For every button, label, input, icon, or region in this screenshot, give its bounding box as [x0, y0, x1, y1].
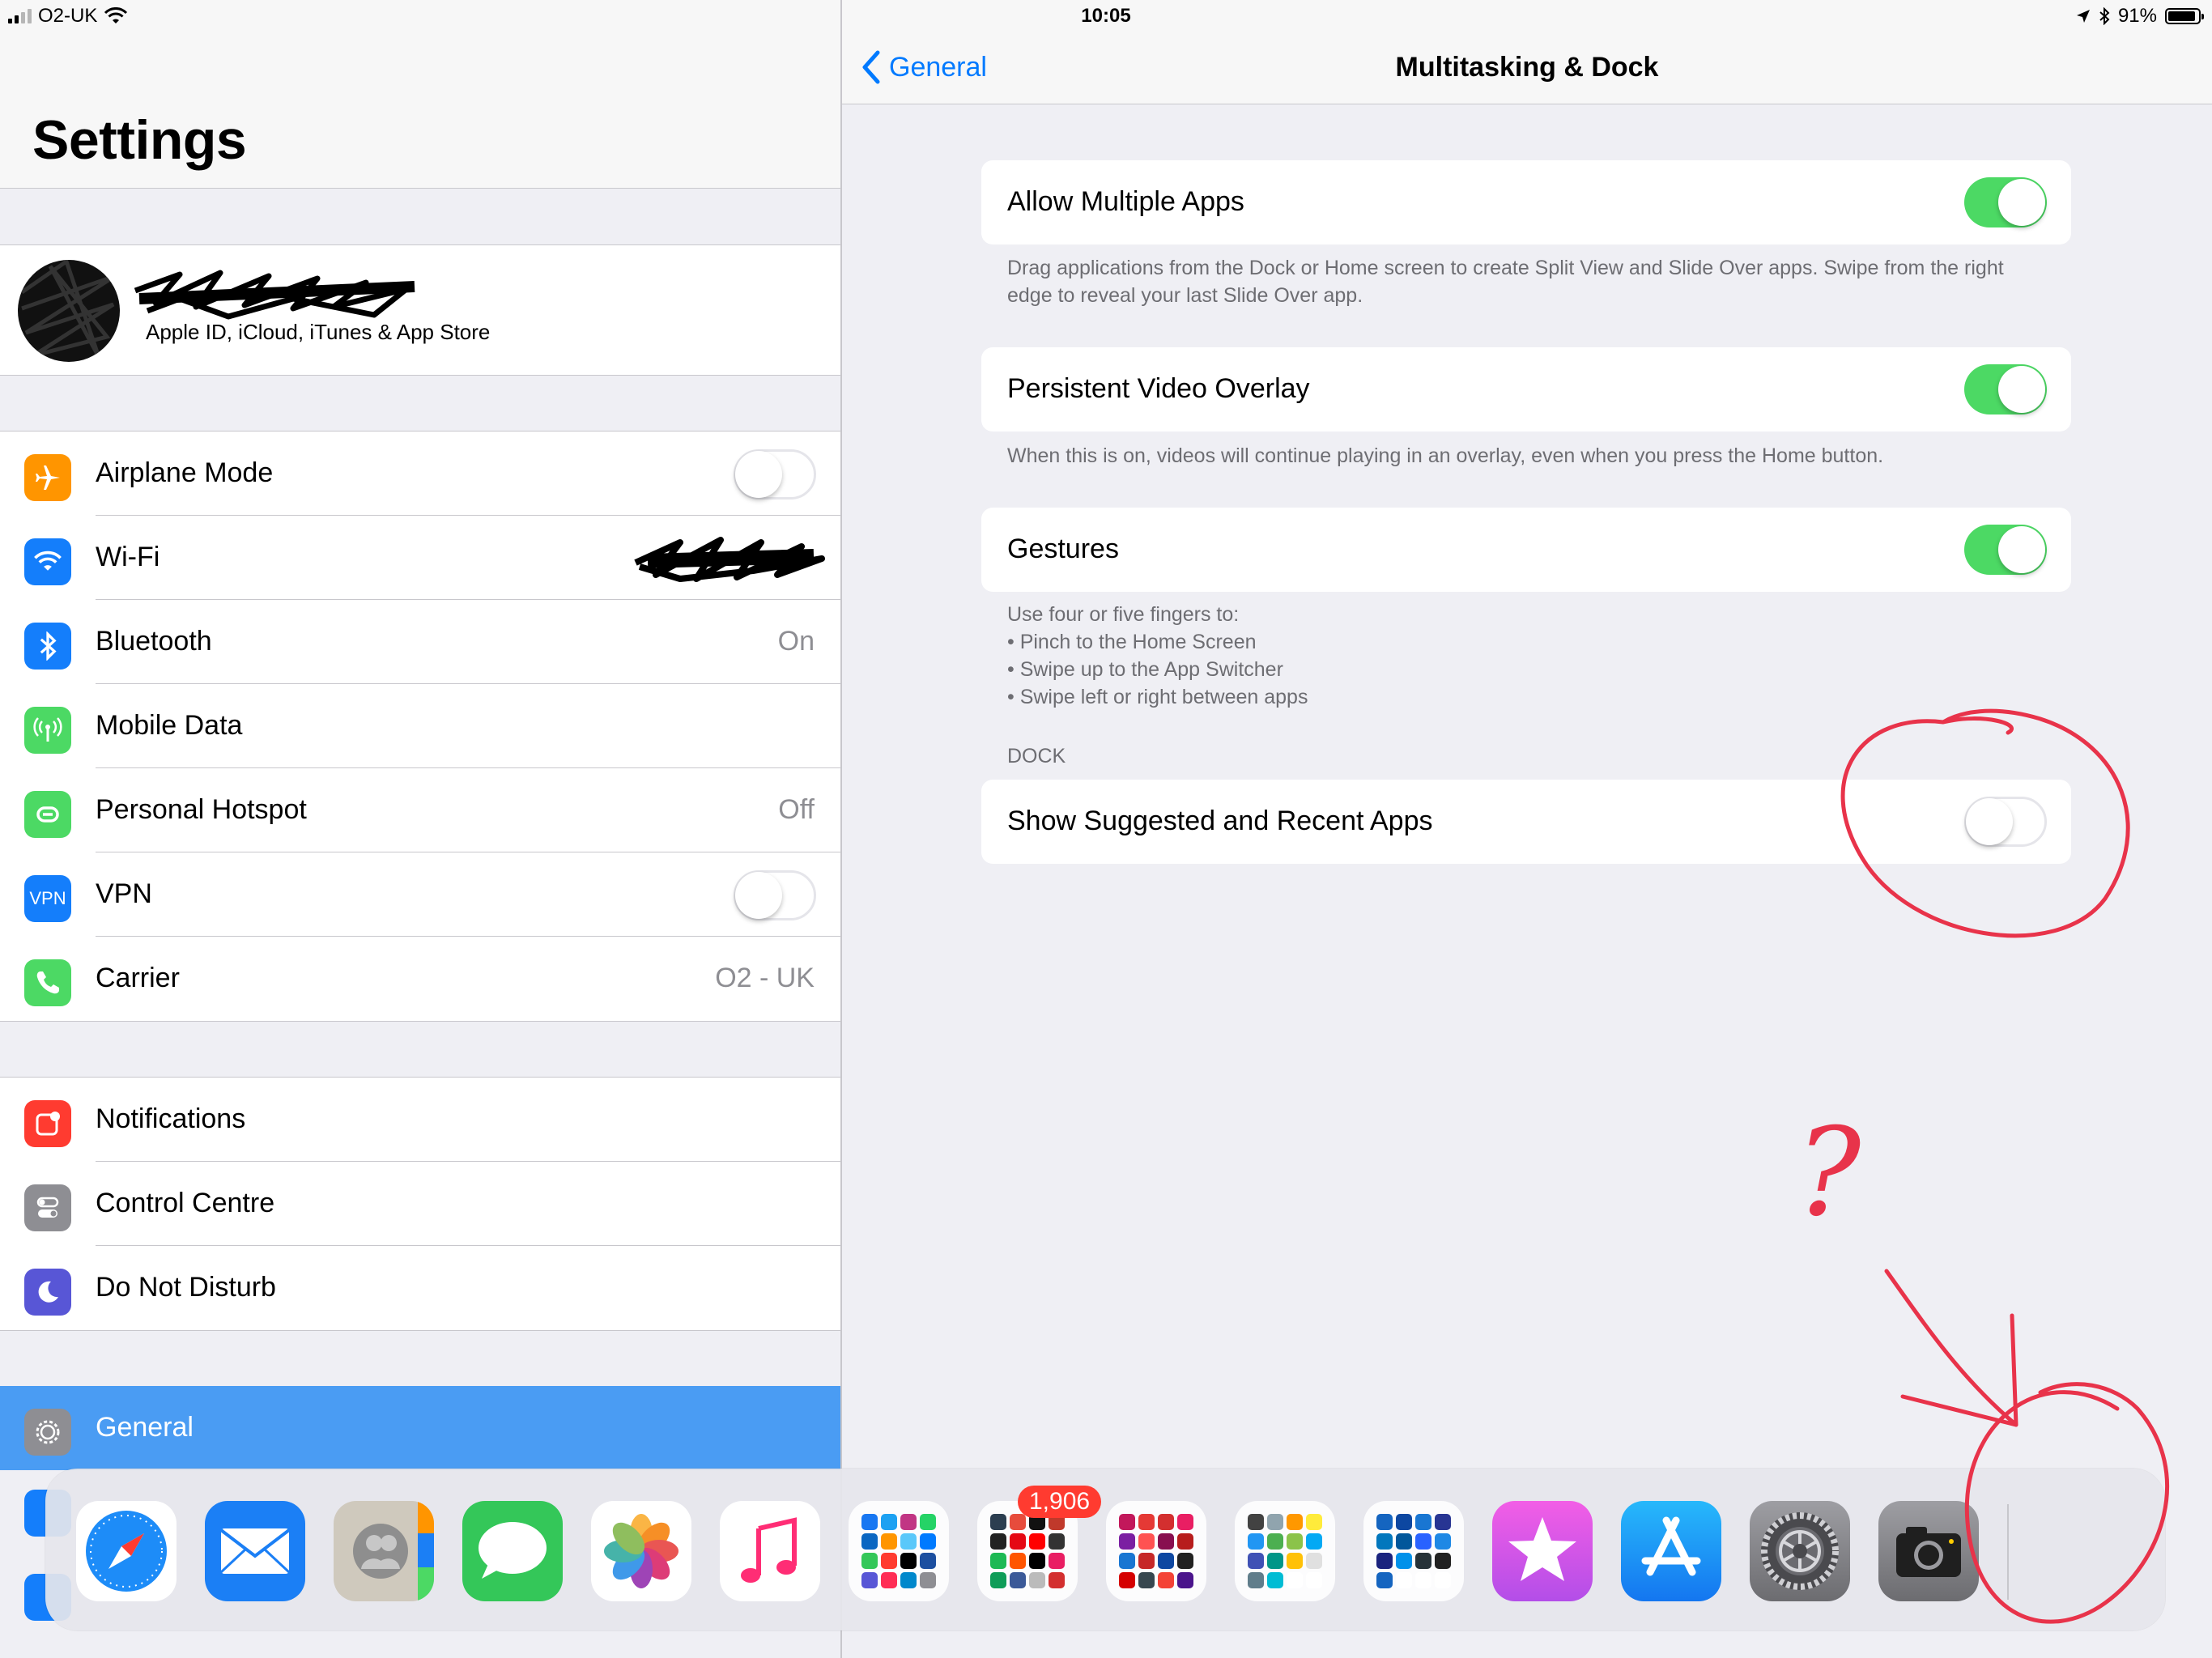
system-group: Notifications Control Centre Do Not Dist…: [0, 1077, 840, 1331]
persistent-video-overlay-switch[interactable]: [1964, 364, 2047, 414]
antenna-icon: [24, 707, 71, 754]
profile-subtitle: Apple ID, iCloud, iTunes & App Store: [146, 320, 491, 344]
sidebar-item-label: Control Centre: [96, 1188, 275, 1218]
folder-app-grid: [861, 1514, 936, 1588]
sidebar-item-label: Notifications: [96, 1103, 246, 1134]
setting-label: Gestures: [1007, 534, 1119, 564]
setting-allow-multiple-apps: Allow Multiple Apps: [981, 160, 2071, 244]
gestures-footnote: Use four or five fingers to: • Pinch to …: [1007, 601, 2052, 711]
sidebar-item-label: Wi-Fi: [96, 542, 160, 572]
sidebar-item-notifications[interactable]: Notifications: [0, 1078, 840, 1162]
dock-divider: [2007, 1504, 2009, 1600]
contacts-icon[interactable]: [334, 1501, 434, 1601]
show-suggested-apps-switch[interactable]: [1964, 797, 2047, 847]
folder-app-grid: [990, 1514, 1065, 1588]
folder-icon[interactable]: [849, 1501, 949, 1601]
hotspot-status-value: Off: [778, 794, 815, 825]
sidebar-item-general[interactable]: General: [0, 1386, 840, 1470]
apple-id-profile-row[interactable]: Apple ID, iCloud, iTunes & App Store: [0, 244, 840, 376]
star-icon[interactable]: [1492, 1501, 1593, 1601]
folder-app-grid: [1248, 1514, 1322, 1588]
detail-pane: General Multitasking & Dock Allow Multip…: [842, 0, 2212, 1658]
setting-label: Show Suggested and Recent Apps: [1007, 806, 1433, 836]
settings-gear-icon[interactable]: [1750, 1501, 1850, 1601]
sidebar-item-label: Carrier: [96, 963, 180, 993]
gestures-bullet: • Pinch to the Home Screen: [1007, 631, 1257, 653]
folder-app-grid: [1376, 1514, 1451, 1588]
redacted-network-scribble: [634, 537, 825, 582]
setting-show-suggested-recent-apps: Show Suggested and Recent Apps: [981, 780, 2071, 864]
sidebar-item-label: Airplane Mode: [96, 457, 274, 488]
dock-section-header: DOCK: [1007, 745, 1066, 767]
battery-icon: [2165, 8, 2204, 24]
setting-footnote: Drag applications from the Dock or Home …: [1007, 257, 2004, 307]
app-store-icon[interactable]: [1621, 1501, 1721, 1601]
wifi-icon: [24, 538, 71, 585]
location-icon: [2076, 10, 2090, 23]
sidebar-item-bluetooth[interactable]: Bluetooth On: [0, 600, 840, 684]
sidebar-item-wifi[interactable]: Wi-Fi: [0, 516, 840, 600]
gestures-bullet: • Swipe up to the App Switcher: [1007, 658, 1283, 681]
avatar: [18, 260, 120, 362]
battery-fill: [2168, 11, 2195, 21]
safari-icon[interactable]: [76, 1501, 177, 1601]
gear-icon: [24, 1409, 71, 1456]
sidebar-item-personal-hotspot[interactable]: Personal Hotspot Off: [0, 768, 840, 852]
airplane-mode-switch[interactable]: [734, 449, 816, 500]
sidebar-item-airplane-mode[interactable]: Airplane Mode: [0, 432, 840, 516]
phone-icon: [24, 959, 71, 1006]
status-bar-right: 91%: [2076, 5, 2204, 28]
nav-title: Multitasking & Dock: [1395, 52, 1659, 83]
setting-persistent-video-overlay: Persistent Video Overlay: [981, 347, 2071, 432]
sidebar-item-mobile-data[interactable]: Mobile Data: [0, 684, 840, 768]
folder-icon[interactable]: [1106, 1501, 1206, 1601]
photos-icon[interactable]: [591, 1501, 691, 1601]
sidebar-item-label: Mobile Data: [96, 710, 243, 741]
vpn-switch[interactable]: [734, 870, 816, 920]
setting-label: Allow Multiple Apps: [1007, 186, 1244, 217]
sidebar-item-label: Personal Hotspot: [96, 794, 307, 825]
sidebar-item-label: Bluetooth: [96, 626, 212, 657]
folder-app-grid: [1119, 1514, 1193, 1588]
dock: [45, 1469, 2165, 1630]
hotspot-icon: [24, 791, 71, 838]
mail-icon[interactable]: [205, 1501, 305, 1601]
setting-label: Persistent Video Overlay: [1007, 373, 1310, 404]
bluetooth-status-value: On: [777, 626, 815, 657]
page-title: Settings: [32, 109, 247, 171]
redacted-name-scribble: [134, 270, 415, 320]
sidebar-item-vpn[interactable]: VPN VPN: [0, 852, 840, 937]
status-time: 10:05: [1081, 5, 1131, 27]
airplane-icon: [24, 454, 71, 501]
messages-icon[interactable]: [462, 1501, 563, 1601]
control-centre-icon: [24, 1184, 71, 1231]
sidebar-item-control-centre[interactable]: Control Centre: [0, 1162, 840, 1246]
notifications-icon: [24, 1100, 71, 1147]
bluetooth-status-icon: [2099, 7, 2110, 25]
folder-icon[interactable]: [1235, 1501, 1335, 1601]
setting-footnote: When this is on, videos will continue pl…: [1007, 444, 1884, 467]
gestures-intro: Use four or five fingers to:: [1007, 603, 1240, 626]
folder-icon[interactable]: [1363, 1501, 1464, 1601]
moon-icon: [24, 1269, 71, 1316]
status-bar: O2-UK 10:05 91%: [0, 0, 2212, 32]
gestures-bullet: • Swipe left or right between apps: [1007, 686, 1308, 708]
music-icon[interactable]: [720, 1501, 820, 1601]
camera-icon[interactable]: [1878, 1501, 1979, 1601]
sidebar-item-do-not-disturb[interactable]: Do Not Disturb: [0, 1246, 840, 1330]
sidebar-item-label: Do Not Disturb: [96, 1272, 276, 1303]
connectivity-group: Airplane Mode Wi-Fi Bluetooth On Mobile …: [0, 431, 840, 1022]
sidebar-item-label: General: [96, 1412, 194, 1443]
allow-multiple-apps-switch[interactable]: [1964, 177, 2047, 227]
settings-sidebar: Settings Apple ID, iCloud, iTunes & App …: [0, 0, 842, 1658]
setting-gestures: Gestures: [981, 508, 2071, 592]
sidebar-item-carrier[interactable]: Carrier O2 - UK: [0, 937, 840, 1021]
gestures-switch[interactable]: [1964, 525, 2047, 575]
sidebar-item-label: VPN: [96, 878, 152, 909]
vpn-icon: VPN: [24, 875, 71, 922]
battery-percent: 91%: [2117, 5, 2157, 27]
notification-badge: 1,906: [1018, 1486, 1102, 1518]
carrier-value: O2 - UK: [715, 963, 815, 993]
bluetooth-icon: [24, 623, 71, 670]
